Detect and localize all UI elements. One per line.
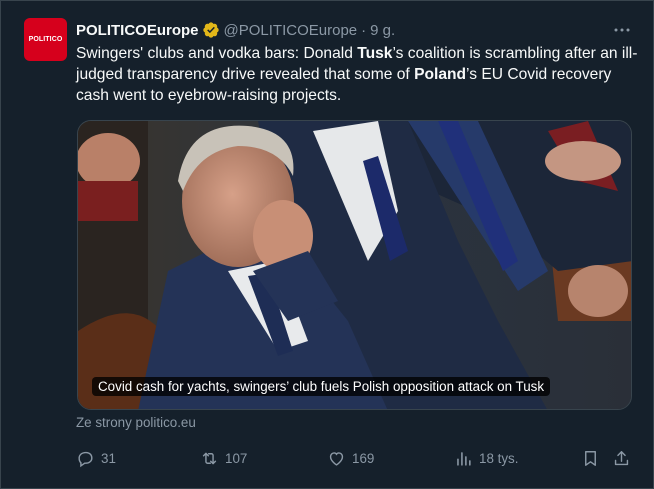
- repost-button[interactable]: 107: [200, 445, 247, 471]
- bookmark-button[interactable]: [581, 445, 606, 471]
- repost-count: 107: [225, 450, 248, 466]
- avatar-logo-text: POLITICO: [28, 36, 63, 43]
- verified-badge-icon: [202, 22, 219, 38]
- tweet-text-highlight: Tusk: [357, 45, 393, 62]
- avatar[interactable]: POLITICO: [24, 18, 67, 61]
- tweet-header: POLITICOEurope @POLITICOEurope · 9 g.: [76, 19, 395, 41]
- article-photo: [78, 121, 631, 409]
- reply-button[interactable]: 31: [76, 445, 116, 471]
- like-button[interactable]: 169: [327, 445, 374, 471]
- user-handle[interactable]: @POLITICOEurope: [224, 22, 358, 39]
- reply-icon: [78, 451, 93, 467]
- tweet-text: Swingers' clubs and vodka bars: Donald T…: [76, 43, 638, 106]
- share-icon: [614, 450, 629, 465]
- post-time[interactable]: 9 g.: [370, 22, 395, 39]
- bookmark-icon: [585, 450, 596, 466]
- action-bar: 31 107 169 18 tys.: [76, 445, 636, 471]
- card-caption: Covid cash for yachts, swingers’ club fu…: [92, 377, 551, 396]
- heart-icon: [329, 451, 344, 466]
- tweet-text-segment: Swingers' clubs and vodka bars: Donald: [76, 45, 358, 62]
- analytics-icon: [457, 451, 471, 466]
- like-count: 169: [352, 450, 375, 466]
- share-button[interactable]: [612, 445, 637, 471]
- views-button[interactable]: 18 tys.: [454, 445, 518, 471]
- repost-icon: [202, 452, 217, 464]
- view-count: 18 tys.: [479, 450, 519, 466]
- link-card[interactable]: Covid cash for yachts, swingers’ club fu…: [77, 120, 632, 410]
- tweet-container[interactable]: POLITICO POLITICOEurope @POLITICOEurope …: [0, 0, 654, 489]
- reply-count: 31: [101, 450, 116, 466]
- card-source[interactable]: Ze strony politico.eu: [76, 415, 196, 430]
- tweet-text-highlight: Poland: [414, 66, 467, 83]
- display-name[interactable]: POLITICOEurope: [76, 22, 199, 39]
- header-separator: ·: [361, 21, 367, 39]
- more-options-icon[interactable]: [613, 21, 631, 39]
